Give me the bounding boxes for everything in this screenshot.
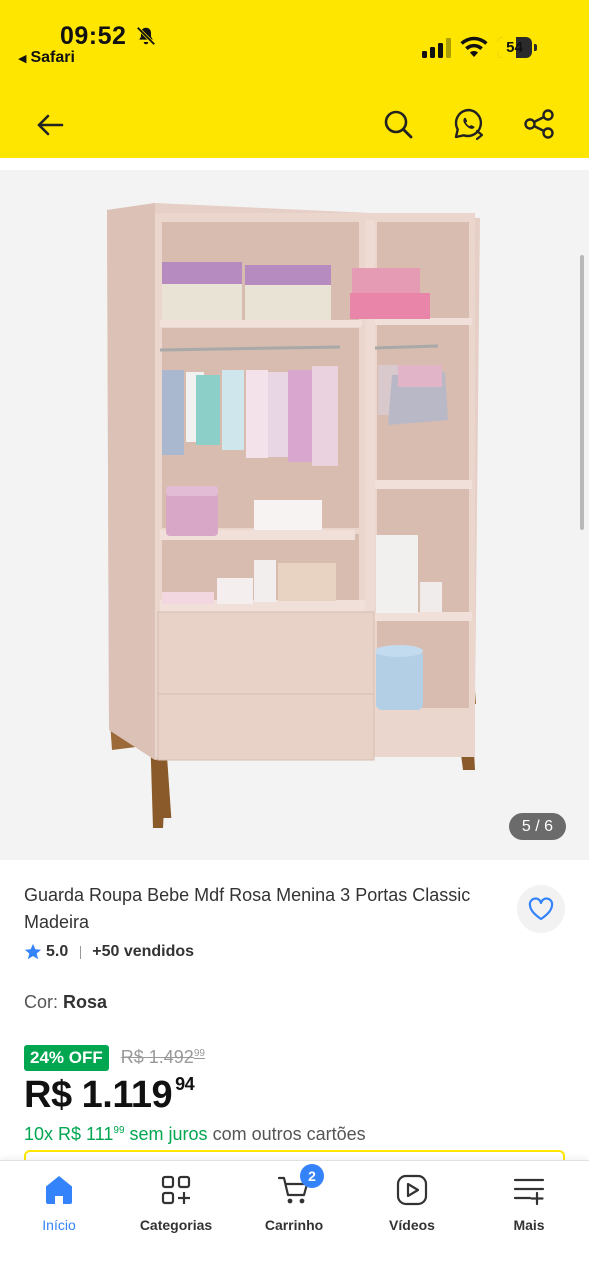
battery-level: 54 <box>506 39 523 56</box>
back-to-app[interactable]: ◀ Safari <box>18 49 75 67</box>
tab-label: Carrinho <box>264 1217 324 1233</box>
bottom-tab-bar: Início Categorias 2 Carrinho Vídeos Mais <box>0 1160 589 1280</box>
tab-label: Início <box>42 1217 76 1233</box>
product-image <box>107 203 480 828</box>
home-icon <box>46 1176 72 1204</box>
cart-count-badge: 2 <box>300 1164 324 1188</box>
wifi-icon <box>460 36 488 57</box>
color-value: Rosa <box>63 992 108 1012</box>
old-price: R$ 1.49299 <box>121 1047 205 1068</box>
current-price: R$ 1.119 94 <box>24 1074 195 1117</box>
product-image-gallery[interactable]: 5 / 6 <box>0 170 589 860</box>
categories-icon <box>161 1175 191 1205</box>
status-time: 09:52 <box>60 22 127 50</box>
rating-value: 5.0 <box>46 943 69 960</box>
tab-carrinho[interactable]: 2 Carrinho <box>239 1164 349 1243</box>
tab-videos[interactable]: Vídeos <box>357 1173 467 1243</box>
installments-info[interactable]: 10x R$ 11199 sem juros com outros cartõe… <box>24 1124 366 1145</box>
favorite-button[interactable] <box>517 885 565 933</box>
installments-cents: 99 <box>113 1125 125 1136</box>
battery-cap <box>534 44 537 51</box>
rating-row[interactable]: 5.0 +50 vendidos <box>24 940 194 964</box>
tab-categorias[interactable]: Categorias <box>121 1173 231 1243</box>
share-icon[interactable] <box>522 107 556 141</box>
cellular-signal-icon <box>422 38 451 58</box>
discount-badge: 24% OFF <box>24 1044 109 1071</box>
old-price-cents: 99 <box>193 1048 205 1059</box>
image-scroll-indicator <box>580 255 584 530</box>
back-arrow-icon[interactable] <box>33 108 67 142</box>
price-cents: 94 <box>175 1074 195 1094</box>
image-counter: 5 / 6 <box>509 813 566 840</box>
heart-icon <box>528 897 554 921</box>
search-icon[interactable] <box>380 106 416 142</box>
back-app-label: Safari <box>30 49 75 66</box>
battery-body: 54 <box>497 37 532 58</box>
price-int: R$ 1.119 <box>24 1074 173 1116</box>
app-header: 09:52 ◀ Safari 54 <box>0 0 589 158</box>
tab-label: Categorias <box>139 1217 213 1233</box>
tab-inicio[interactable]: Início <box>4 1173 114 1243</box>
product-title: Guarda Roupa Bebe Mdf Rosa Menina 3 Port… <box>24 885 471 932</box>
tab-mais[interactable]: Mais <box>474 1173 584 1243</box>
installments-amount: 10x R$ 111 <box>24 1124 114 1144</box>
old-price-int: R$ 1.492 <box>120 1047 194 1067</box>
tab-label: Vídeos <box>389 1217 435 1233</box>
battery-indicator: 54 <box>497 37 537 58</box>
bell-muted-icon <box>136 26 156 46</box>
product-page: 09:52 ◀ Safari 54 5 / 6 Guarda Roupa Beb… <box>0 0 589 1280</box>
color-label: Cor: <box>24 992 59 1012</box>
installments-interest: sem juros <box>124 1124 208 1144</box>
more-menu-icon <box>513 1178 545 1206</box>
video-icon <box>396 1174 428 1206</box>
discount-row: 24% OFF R$ 1.49299 <box>24 1044 205 1071</box>
rating-divider <box>80 945 82 959</box>
whatsapp-share-icon[interactable] <box>450 105 488 143</box>
tab-label: Mais <box>513 1217 545 1233</box>
installments-rest: com outros cartões <box>207 1124 366 1144</box>
sold-count: +50 vendidos <box>92 943 195 960</box>
back-triangle-icon: ◀ <box>18 53 27 65</box>
color-selector[interactable]: Cor: Rosa <box>24 992 107 1013</box>
star-icon <box>24 943 42 960</box>
